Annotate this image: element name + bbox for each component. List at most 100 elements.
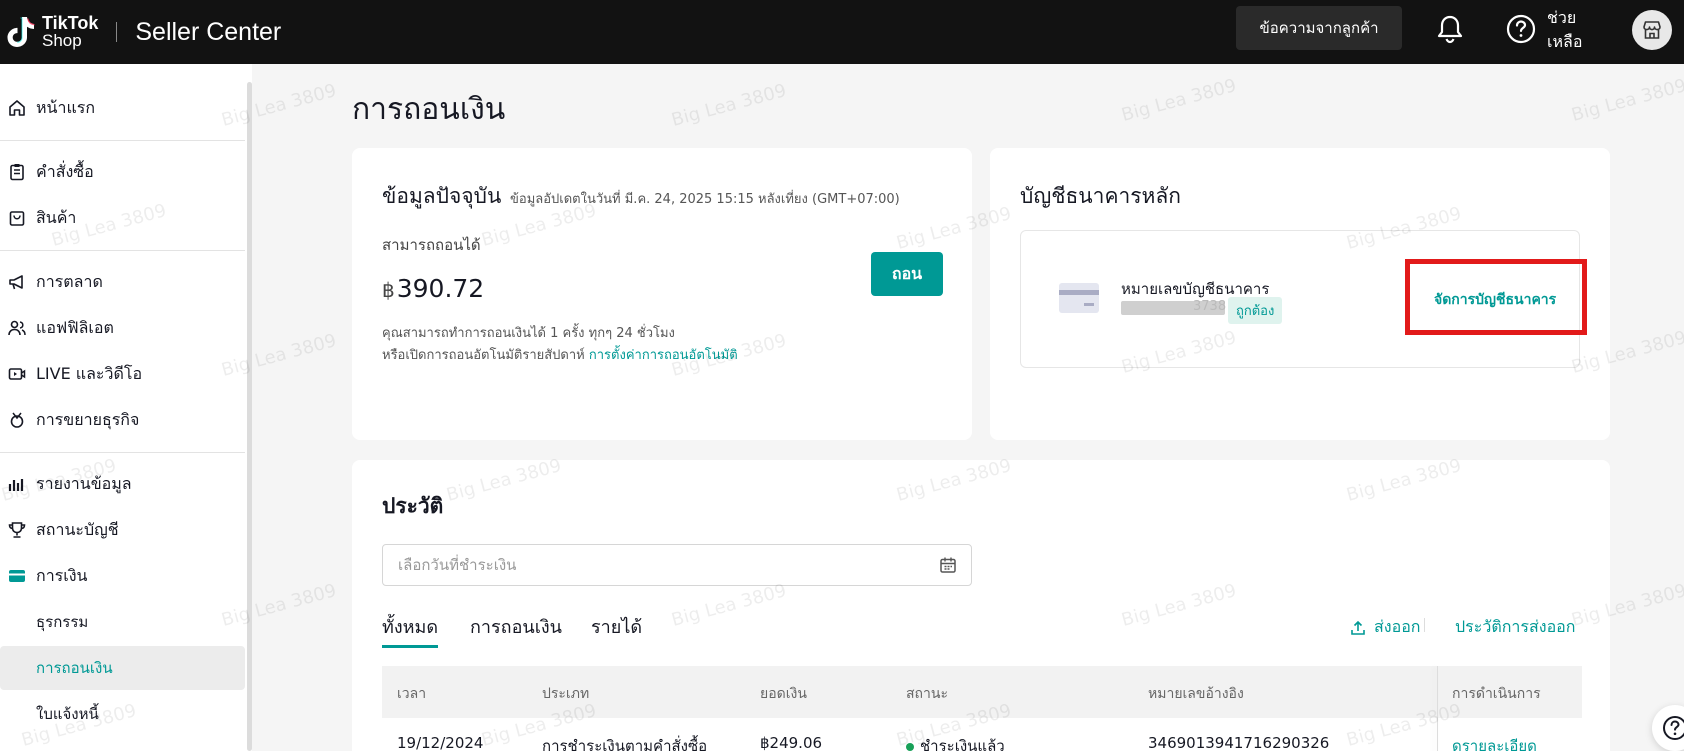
logo-line2: Shop — [42, 31, 82, 50]
history-title: ประวัติ — [382, 494, 444, 518]
column-action: การดำเนินการ — [1452, 686, 1541, 702]
export-history-link[interactable]: ประวัติการส่งออก — [1455, 615, 1575, 640]
sidebar-item-affiliate[interactable]: แอฟฟิลิเอต — [0, 306, 245, 350]
account-number-tail: 3738 — [1193, 299, 1227, 314]
sidebar-item-growth[interactable]: การขยายธุรกิจ — [0, 398, 245, 442]
sidebar-item-label: สินค้า — [36, 207, 77, 227]
sidebar-subitem-label: การถอนเงิน — [36, 659, 113, 677]
store-icon — [1643, 21, 1661, 39]
help-circle-icon[interactable] — [1506, 14, 1536, 44]
current-info-title: ข้อมูลปัจจุบัน — [382, 184, 502, 208]
verified-badge: ถูกต้อง — [1228, 297, 1283, 324]
last-updated-text: ข้อมูลอัปเดตในวันที่ มี.ค. 24, 2025 15:1… — [510, 192, 900, 207]
column-amount: ยอดเงิน — [760, 686, 807, 702]
sidebar-item-label: การเงิน — [36, 565, 88, 585]
row-time: 19/12/2024 — [397, 734, 484, 751]
tab-withdrawals[interactable]: การถอนเงิน — [470, 612, 562, 641]
sidebar-item-account-health[interactable]: สถานะบัญชี — [0, 508, 245, 552]
row-details-link[interactable]: ดรายละเอียด — [1452, 734, 1537, 751]
auto-withdraw-note: หรือเปิดการถอนอัตโนมัติรายสัปดาห์ การตั้… — [382, 344, 738, 365]
row-status: ชำระเงินแล้ว — [906, 734, 1005, 751]
video-icon — [8, 368, 26, 380]
floating-help-button[interactable] — [1652, 705, 1684, 751]
question-icon — [1663, 716, 1684, 740]
page-title: การถอนเงิน — [352, 92, 506, 127]
highlight-annotation-box — [1405, 259, 1587, 335]
sidebar-item-home[interactable]: หน้าแรก — [0, 86, 245, 130]
sidebar-scrollbar[interactable] — [247, 82, 252, 751]
sidebar-divider — [0, 140, 245, 141]
bag-icon — [9, 211, 25, 226]
auto-withdraw-note-text: หรือเปิดการถอนอัตโนมัติรายสัปดาห์ — [382, 348, 585, 363]
watermark: Big Lea 3809 — [1569, 75, 1684, 126]
sidebar-item-finance[interactable]: การเงิน — [0, 554, 245, 598]
column-reference: หมายเลขอ้างอิง — [1148, 686, 1244, 702]
sidebar-divider — [0, 452, 245, 453]
sidebar-item-marketing[interactable]: การตลาด — [0, 260, 245, 304]
table-header: เวลา ประเภท ยอดเงิน สถานะ หมายเลขอ้างอิง… — [382, 666, 1582, 751]
sidebar-item-label: คำสั่งซื้อ — [36, 161, 94, 181]
auto-withdraw-settings-link[interactable]: การตั้งค่าการถอนอัตโนมัติ — [589, 348, 738, 363]
sidebar-item-products[interactable]: สินค้า — [0, 196, 245, 240]
customer-messages-button[interactable]: ข้อความจากลูกค้า — [1236, 6, 1402, 50]
sidebar-item-label: การตลาด — [36, 271, 103, 291]
sidebar-item-label: แอฟฟิลิเอต — [36, 317, 114, 337]
bell-icon[interactable] — [1436, 14, 1464, 44]
sidebar-item-transactions[interactable]: ธุรกรรม — [0, 600, 245, 644]
tiktok-logo-icon — [7, 17, 35, 47]
date-placeholder: เลือกวันที่ชำระเงิน — [398, 556, 517, 574]
table-row: 19/12/2024 การชำระเงินตามคำสั่งซื้อ ฿249… — [382, 718, 1582, 751]
logo-divider — [116, 22, 118, 42]
home-icon — [9, 100, 25, 116]
tab-all[interactable]: ทั้งหมด — [382, 612, 439, 648]
currency-symbol: ฿ — [382, 278, 395, 302]
sidebar-divider — [0, 250, 245, 251]
logo-line1: TikTok — [42, 13, 99, 33]
calendar-icon[interactable] — [939, 556, 957, 574]
trophy-icon — [8, 522, 26, 538]
payment-date-picker[interactable]: เลือกวันที่ชำระเงิน — [382, 544, 972, 586]
export-button[interactable]: ส่งออก — [1350, 615, 1420, 640]
sidebar-item-orders[interactable]: คำสั่งซื้อ — [0, 150, 245, 194]
help-label-text: ช่วย เหลือ — [1547, 8, 1583, 51]
amount-value: 390.72 — [396, 274, 485, 303]
top-bar: TikTok Shop Seller Center ข้อความจากลูกค… — [0, 0, 1684, 64]
sidebar-item-label: LIVE และวิดีโอ — [36, 363, 143, 383]
upload-icon — [1351, 620, 1365, 635]
sidebar-subitem-label: ใบแจ้งหนี้ — [36, 705, 99, 723]
clipboard-icon — [10, 164, 24, 181]
column-type: ประเภท — [542, 686, 590, 702]
brand-title: Seller Center — [135, 17, 282, 46]
sidebar-subitem-label: ธุรกรรม — [36, 613, 89, 631]
row-type: การชำระเงินตามคำสั่งซื้อ — [542, 737, 708, 751]
help-label[interactable]: ช่วย เหลือ — [1547, 6, 1607, 54]
withdraw-frequency-note: คุณสามารถทำการถอนเงินได้ 1 ครั้ง ทุกๆ 24… — [382, 326, 675, 341]
sidebar-item-invoices[interactable]: ใบแจ้งหนี้ — [0, 692, 245, 736]
tab-income[interactable]: รายได้ — [591, 612, 642, 641]
people-icon — [8, 320, 26, 336]
sidebar-item-live-video[interactable]: LIVE และวิดีโอ — [0, 352, 245, 396]
sidebar-item-label: หน้าแรก — [36, 97, 96, 117]
megaphone-icon — [9, 275, 23, 290]
withdraw-button[interactable]: ถอน — [871, 252, 943, 296]
sidebar-item-label: การขยายธุรกิจ — [36, 409, 140, 429]
export-label: ส่งออก — [1374, 617, 1421, 636]
sidebar-item-label: รายงานข้อมูล — [36, 473, 132, 493]
row-reference: 3469013941716290326 — [1148, 734, 1330, 751]
bank-account-title: บัญชีธนาคารหลัก — [1020, 184, 1181, 208]
status-dot-icon — [906, 742, 914, 751]
available-amount: ฿390.72 — [382, 274, 484, 303]
tiktok-shop-logo[interactable]: TikTok Shop — [6, 13, 99, 50]
available-label: สามารถถอนได้ — [382, 236, 481, 254]
watermark: Big Lea 3809 — [669, 80, 789, 131]
bank-card-icon — [1059, 283, 1099, 313]
row-status-text: ชำระเงินแล้ว — [920, 737, 1005, 751]
export-divider — [1424, 618, 1425, 632]
wallet-icon — [9, 570, 25, 582]
sidebar-item-label: สถานะบัญชี — [36, 519, 119, 539]
chart-icon — [8, 479, 24, 491]
sidebar-item-withdrawal[interactable]: การถอนเงิน — [0, 646, 245, 690]
shop-avatar[interactable] — [1632, 10, 1672, 50]
sidebar-item-data-reports[interactable]: รายงานข้อมูล — [0, 462, 245, 506]
current-info-card: ข้อมูลปัจจุบัน ข้อมูลอัปเดตในวันที่ มี.ค… — [352, 148, 972, 440]
